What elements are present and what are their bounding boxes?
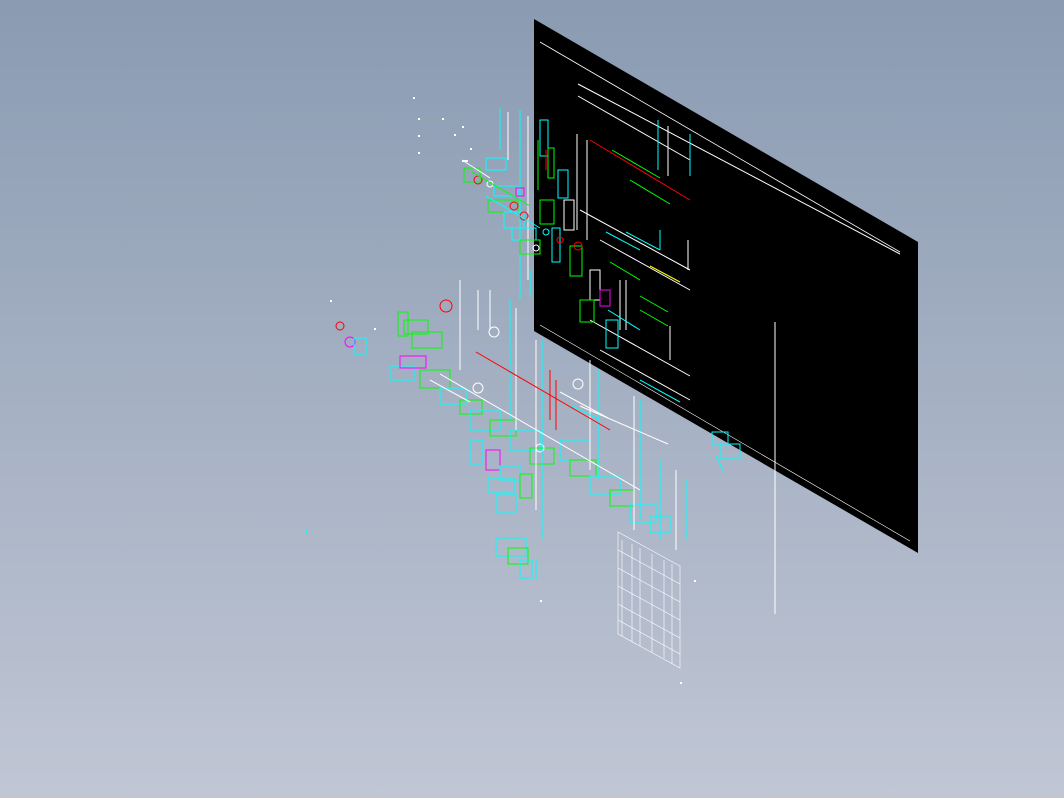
cad-3d-viewport[interactable] xyxy=(0,0,1064,798)
sheet-panel xyxy=(534,19,918,553)
exploded-drawing-scene xyxy=(305,19,918,684)
parts-list-table xyxy=(617,531,681,669)
drawing-sheet[interactable] xyxy=(534,19,918,614)
upper-component-cluster xyxy=(461,108,547,300)
